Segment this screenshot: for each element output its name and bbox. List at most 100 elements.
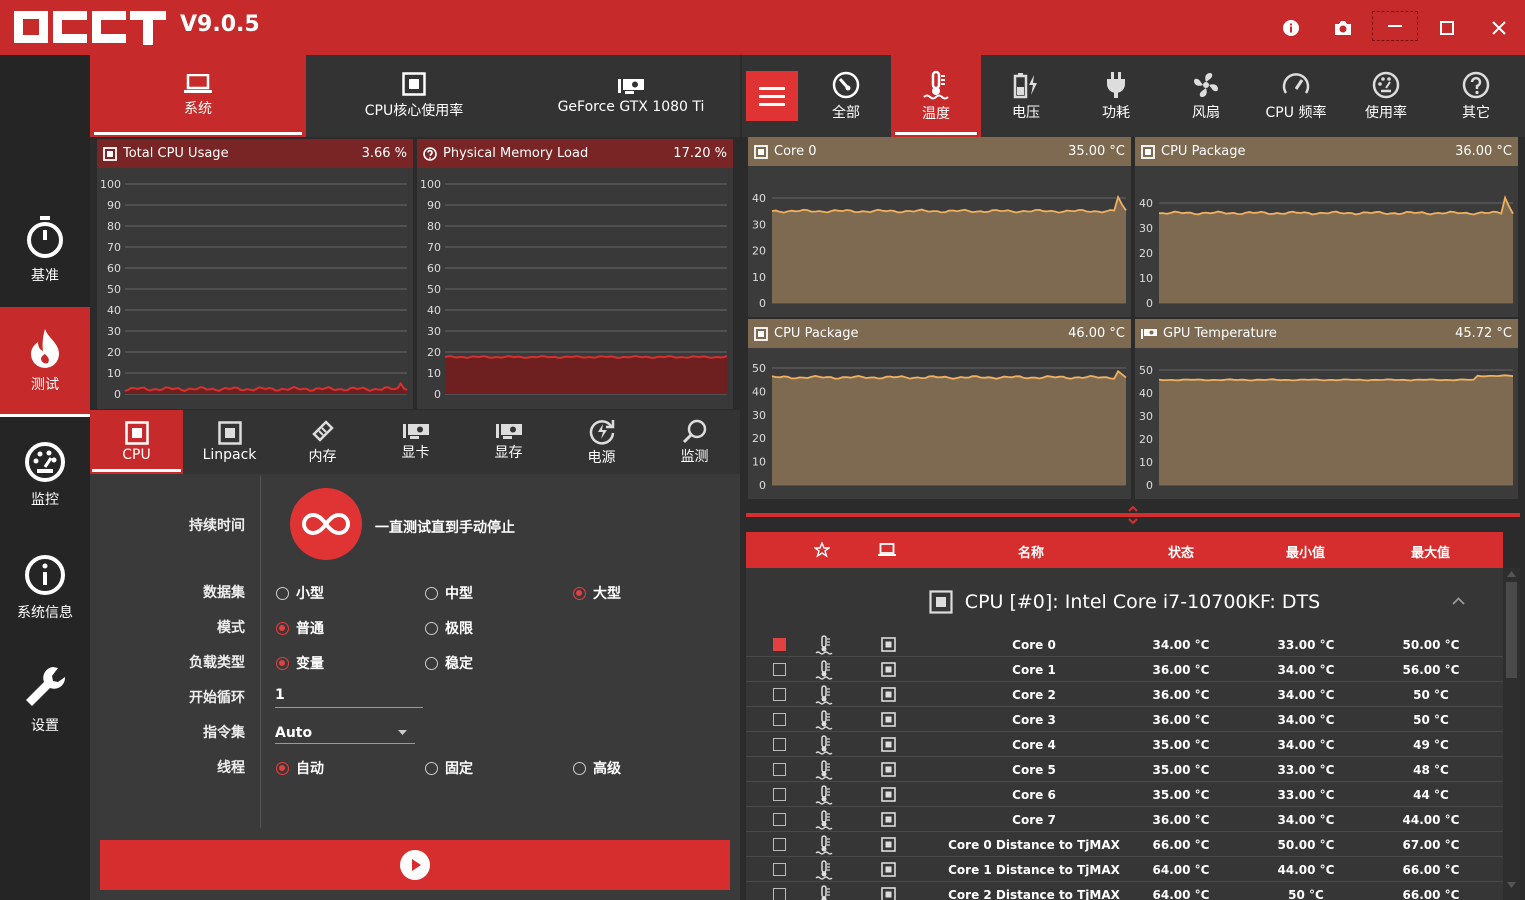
sidebar-item-label: 基准: [31, 268, 59, 284]
thermometer-icon: [815, 685, 833, 705]
sensor-row[interactable]: Core 1 Distance to TjMAX 64.00 °C 44.00 °C…: [746, 857, 1503, 882]
scroll-up-icon[interactable]: [1507, 570, 1516, 577]
tab-test-monitor[interactable]: 监测: [648, 410, 741, 474]
sidebar-item-monitor[interactable]: 监控: [0, 420, 90, 530]
load-variable-radio[interactable]: 变量: [276, 653, 324, 673]
sensor-row[interactable]: Core 0 Distance to TjMAX 66.00 °C 50.00 °C…: [746, 832, 1503, 857]
tab-sensor-other[interactable]: 其它: [1431, 55, 1521, 137]
thermometer-icon: [815, 835, 833, 855]
plug-icon: [1107, 71, 1125, 98]
axis-tick-label: 40: [427, 304, 441, 317]
axis-tick-label: 40: [1139, 387, 1153, 400]
mode-extreme-radio[interactable]: 极限: [425, 618, 473, 638]
cpu-chip-icon: [881, 637, 896, 652]
threads-auto-radio[interactable]: 自动: [276, 758, 324, 778]
tab-test-vram[interactable]: 显存: [462, 410, 555, 474]
scrollbar-thumb[interactable]: [1506, 582, 1517, 678]
dashboard-icon: [832, 71, 860, 98]
sensor-row[interactable]: Core 6 35.00 °C 33.00 °C 44 °C: [746, 782, 1503, 807]
tab-sensor-all[interactable]: 全部: [801, 55, 891, 137]
sensor-group-header[interactable]: CPU [#0]: Intel Core i7-10700KF: DTS: [746, 584, 1503, 620]
instruction-set-select[interactable]: Auto: [275, 722, 415, 744]
tab-sensor-fan[interactable]: 风扇: [1161, 55, 1251, 137]
tab-test-memory[interactable]: 内存: [276, 410, 369, 474]
gauge-icon: [1372, 71, 1400, 98]
row-checkbox[interactable]: [773, 638, 786, 651]
row-checkbox[interactable]: [773, 788, 786, 801]
tab-sensor-cpu-frequency[interactable]: CPU 频率: [1251, 55, 1341, 137]
tab-sensor-power[interactable]: 功耗: [1071, 55, 1161, 137]
start-cycle-label: 开始循环: [189, 690, 245, 706]
minimize-button[interactable]: [1372, 11, 1418, 41]
graph-line: [771, 194, 1127, 214]
tab-cpu-core-usage[interactable]: CPU核心使用率: [306, 55, 522, 137]
tab-test-gpu[interactable]: 显卡: [369, 410, 462, 474]
tab-test-power[interactable]: 电源: [555, 410, 648, 474]
dataset-medium-radio[interactable]: 中型: [425, 583, 473, 603]
column-max[interactable]: 最大值: [1411, 542, 1450, 561]
info-button[interactable]: [1275, 12, 1307, 44]
tab-sensor-usage[interactable]: 使用率: [1341, 55, 1431, 137]
panel-splitter[interactable]: [746, 505, 1520, 525]
tab-test-cpu[interactable]: CPU: [90, 410, 183, 474]
row-checkbox[interactable]: [773, 863, 786, 876]
menu-button[interactable]: [746, 71, 798, 121]
sidebar-item-test[interactable]: 测试: [0, 307, 90, 417]
duration-label: 持续时间: [189, 518, 245, 534]
sidebar-item-benchmark[interactable]: 基准: [0, 195, 90, 305]
tab-gpu[interactable]: GeForce GTX 1080 Ti: [522, 55, 740, 137]
sensor-row[interactable]: Core 2 Distance to TjMAX 64.00 °C 50 °C 66.…: [746, 882, 1503, 900]
sensor-status: 64.00 °C: [1152, 863, 1210, 877]
sidebar-item-sysinfo[interactable]: 系统信息: [0, 533, 90, 643]
sensor-row[interactable]: Core 4 35.00 °C 34.00 °C 49 °C: [746, 732, 1503, 757]
thermometer-icon: [815, 635, 833, 655]
star-icon[interactable]: [814, 542, 830, 558]
column-status[interactable]: 状态: [1168, 542, 1194, 561]
chevron-up-icon[interactable]: [1452, 597, 1465, 605]
question-circle-icon: [423, 146, 437, 161]
row-checkbox[interactable]: [773, 688, 786, 701]
sensor-row[interactable]: Core 7 36.00 °C 34.00 °C 44.00 °C: [746, 807, 1503, 832]
sensor-row[interactable]: Core 0 34.00 °C 33.00 °C 50.00 °C: [746, 632, 1503, 657]
tab-test-linpack[interactable]: Linpack: [183, 410, 276, 474]
mode-normal-radio[interactable]: 普通: [276, 618, 324, 638]
axis-tick-label: 60: [427, 262, 441, 275]
load-steady-radio[interactable]: 稳定: [425, 653, 473, 673]
column-name[interactable]: 名称: [1018, 542, 1044, 561]
start-test-button[interactable]: [100, 840, 730, 890]
row-checkbox[interactable]: [773, 888, 786, 900]
dataset-large-radio[interactable]: 大型: [573, 583, 621, 603]
threads-fixed-radio[interactable]: 固定: [425, 758, 473, 778]
row-checkbox[interactable]: [773, 738, 786, 751]
row-checkbox[interactable]: [773, 713, 786, 726]
sensor-row[interactable]: Core 2 36.00 °C 34.00 °C 50 °C: [746, 682, 1503, 707]
cpu-chip-icon: [929, 590, 953, 614]
dataset-small-radio[interactable]: 小型: [276, 583, 324, 603]
row-checkbox[interactable]: [773, 813, 786, 826]
row-checkbox[interactable]: [773, 663, 786, 676]
column-min[interactable]: 最小值: [1286, 542, 1325, 561]
infinite-duration-button[interactable]: [290, 488, 362, 560]
scroll-down-icon[interactable]: [1507, 882, 1516, 889]
tab-sensor-voltage[interactable]: 电压: [981, 55, 1071, 137]
laptop-icon[interactable]: [878, 543, 896, 557]
maximize-button[interactable]: [1431, 12, 1463, 44]
title-bar: V9.0.5: [0, 0, 1525, 55]
instruction-set-label: 指令集: [203, 725, 245, 741]
row-checkbox[interactable]: [773, 763, 786, 776]
sensor-row[interactable]: Core 1 36.00 °C 34.00 °C 56.00 °C: [746, 657, 1503, 682]
tab-system[interactable]: 系统: [90, 55, 306, 137]
table-scrollbar[interactable]: [1503, 568, 1520, 900]
close-button[interactable]: [1483, 12, 1515, 44]
tab-sensor-temperature[interactable]: 温度: [891, 55, 981, 137]
sensor-status: 36.00 °C: [1152, 688, 1210, 702]
sidebar-item-settings[interactable]: 设置: [0, 645, 90, 755]
thermometer-icon: [815, 735, 833, 755]
screenshot-button[interactable]: [1327, 12, 1359, 44]
sensor-row[interactable]: Core 5 35.00 °C 33.00 °C 48 °C: [746, 757, 1503, 782]
start-cycle-input[interactable]: 1: [275, 684, 423, 708]
sidebar: 基准 测试 监控 系统信息 设置: [0, 55, 90, 900]
sensor-row[interactable]: Core 3 36.00 °C 34.00 °C 50 °C: [746, 707, 1503, 732]
threads-advanced-radio[interactable]: 高级: [573, 758, 621, 778]
row-checkbox[interactable]: [773, 838, 786, 851]
